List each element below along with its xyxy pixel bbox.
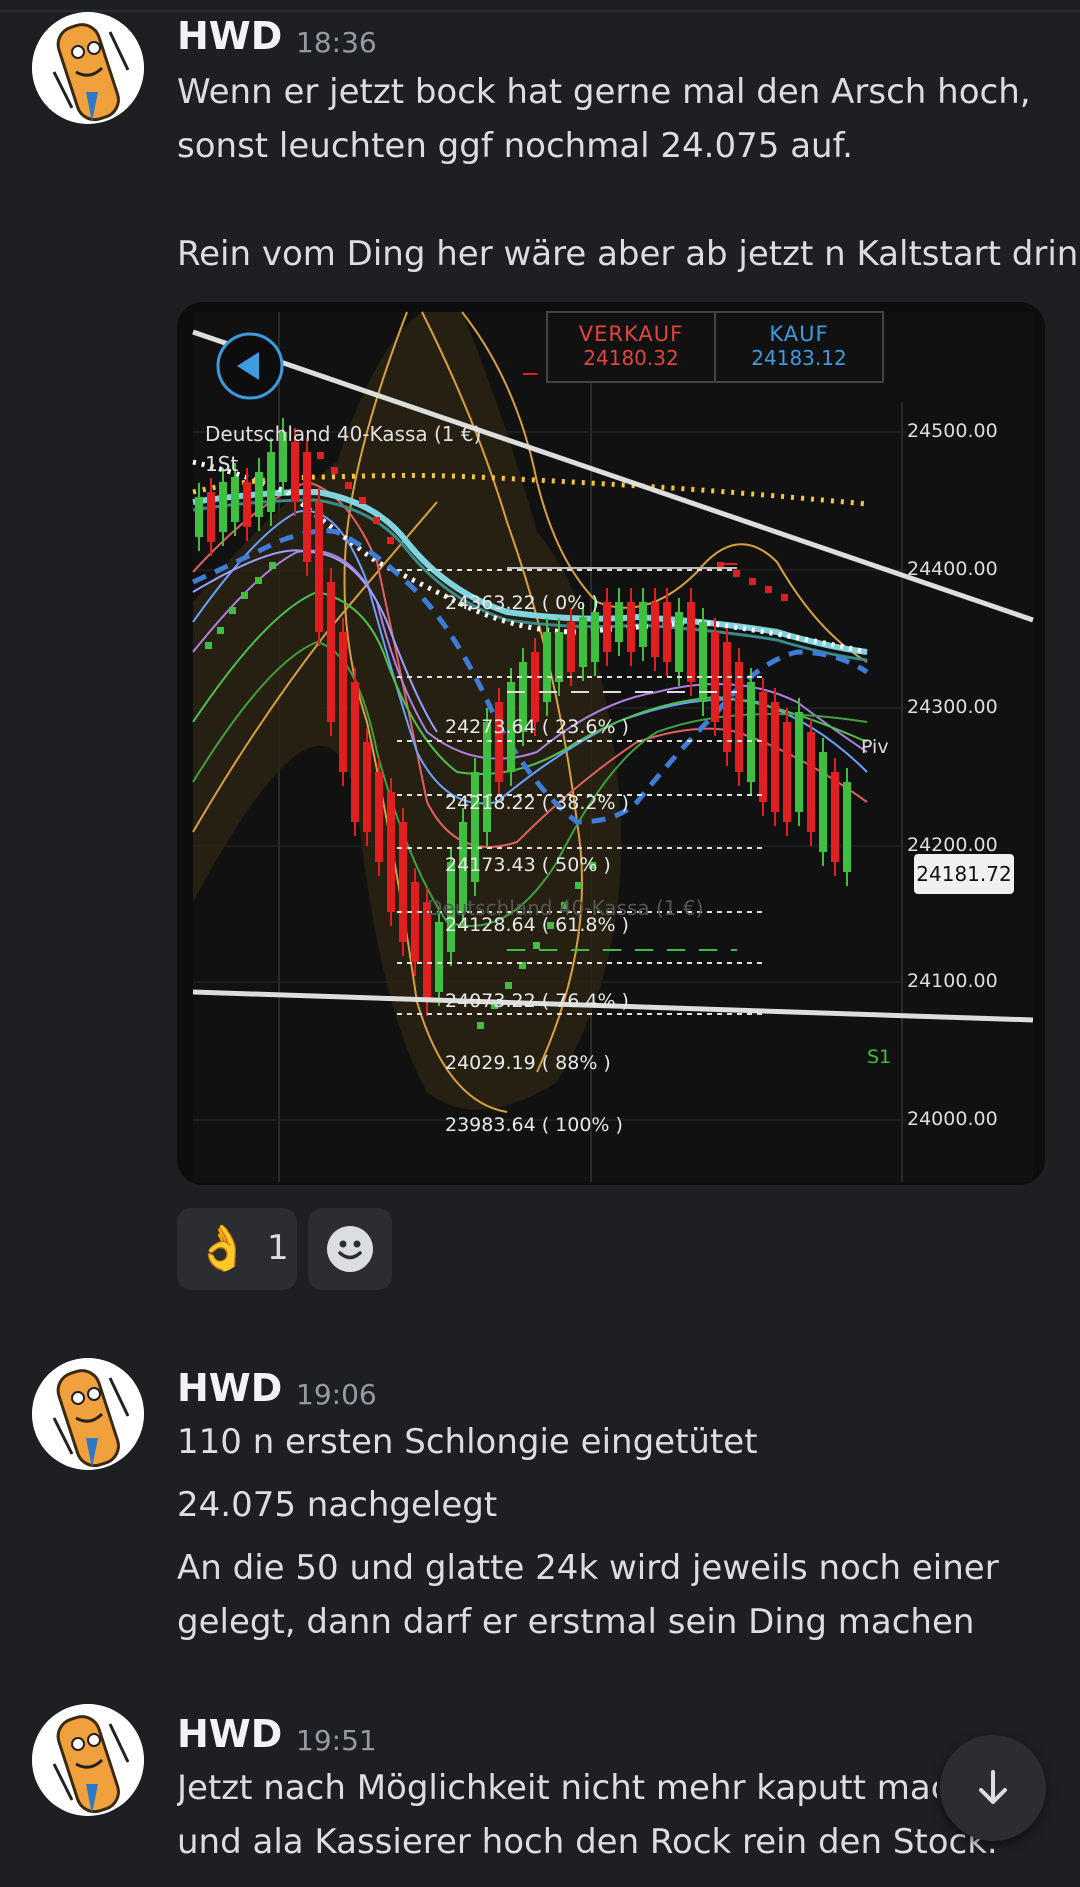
message-text: Wenn er jetzt bock hat gerne mal den Ars… xyxy=(177,72,1031,112)
author-name[interactable]: HWD xyxy=(177,14,282,58)
buy-price: 24183.12 xyxy=(751,346,847,370)
message-text: An die 50 und glatte 24k wird jeweils no… xyxy=(177,1548,999,1588)
candle-body xyxy=(795,712,803,812)
candle-body xyxy=(699,622,707,702)
message-timestamp: 19:51 xyxy=(296,1724,377,1757)
candle-body xyxy=(831,772,839,862)
candle-body xyxy=(303,452,311,562)
jump-to-bottom-button[interactable] xyxy=(940,1735,1046,1841)
reaction-ok-hand[interactable]: 👌 1 xyxy=(177,1208,297,1290)
candle-body xyxy=(399,822,407,942)
message-text: gelegt, dann darf er erstmal sein Ding m… xyxy=(177,1602,975,1642)
message-text: Jetzt nach Möglichkeit nicht mehr kaputt… xyxy=(177,1768,937,1808)
candle-body xyxy=(291,442,299,502)
author-name[interactable]: HWD xyxy=(177,1712,282,1756)
fib-level-76-4: 24073.22 ( 76.4% ) xyxy=(445,990,629,1012)
message-text: 110 n ersten Schlongie eingetütet xyxy=(177,1422,758,1462)
candle-body xyxy=(771,702,779,812)
candle-body xyxy=(639,602,647,647)
message-text: Rein vom Ding her wäre aber ab jetzt n K… xyxy=(177,234,1080,274)
fib-level-88: 24029.19 ( 88% ) xyxy=(445,1052,611,1074)
instrument-name: Deutschland 40-Kassa (1 €) xyxy=(205,422,482,446)
candle-body xyxy=(531,652,539,722)
pivot-label: Piv xyxy=(861,736,889,758)
message-text: und ala Kassierer hoch den Rock rein den… xyxy=(177,1822,998,1862)
back-button[interactable] xyxy=(217,334,283,400)
arrow-down-icon xyxy=(979,1770,1007,1804)
y-tick: 24400.00 xyxy=(907,558,998,580)
candle-body xyxy=(591,612,599,662)
fib-level-50: 24173.43 ( 50% ) xyxy=(445,854,611,876)
candle-body xyxy=(735,662,743,772)
candle-body xyxy=(555,632,563,682)
current-price-label: 24181.72 xyxy=(916,862,1012,886)
y-tick: 24500.00 xyxy=(907,420,998,442)
author-name[interactable]: HWD xyxy=(177,1366,282,1410)
fib-level-61-8: 24128.64 ( 61.8% ) xyxy=(445,914,629,936)
sell-price: 24180.32 xyxy=(583,346,679,370)
candle-body xyxy=(351,682,359,822)
smile-icon xyxy=(327,1226,373,1272)
message-timestamp: 18:36 xyxy=(296,26,377,59)
avatar[interactable] xyxy=(32,1704,144,1816)
candle-body xyxy=(843,782,851,872)
y-tick: 24300.00 xyxy=(907,696,998,718)
candle-body xyxy=(567,622,575,672)
message-text: sonst leuchten ggf nochmal 24.075 auf. xyxy=(177,126,853,166)
candle-body xyxy=(375,772,383,862)
candle-body xyxy=(267,452,275,512)
candle-body xyxy=(687,602,695,682)
candle-body xyxy=(651,602,659,657)
ok-hand-icon: 👌 xyxy=(195,1223,250,1274)
candle-body xyxy=(243,482,251,527)
candle-body xyxy=(255,472,263,517)
support-label: S1 xyxy=(867,1046,892,1068)
candle-body xyxy=(579,617,587,667)
candle-body xyxy=(759,692,767,802)
candle-body xyxy=(663,602,671,662)
candle-body xyxy=(627,602,635,652)
candle-body xyxy=(387,792,395,912)
buy-label: KAUF xyxy=(769,322,829,346)
candle-body xyxy=(747,682,755,782)
fib-level-0: 24363.22 ( 0% ) xyxy=(445,592,599,614)
candle-body xyxy=(363,742,371,832)
y-tick: 24200.00 xyxy=(907,834,998,856)
candle-body xyxy=(615,602,623,642)
message-timestamp: 19:06 xyxy=(296,1378,377,1411)
add-reaction-button[interactable] xyxy=(308,1208,392,1290)
reaction-count: 1 xyxy=(267,1228,289,1268)
candle-body xyxy=(807,732,815,832)
candle-body xyxy=(207,492,215,542)
timeframe-label: 1St xyxy=(205,452,239,476)
candle-body xyxy=(219,482,227,532)
candle-body xyxy=(411,882,419,962)
candle-body xyxy=(819,752,827,852)
candle-body xyxy=(231,477,239,522)
candle-body xyxy=(339,632,347,772)
candle-body xyxy=(435,922,443,992)
chart-image-attachment[interactable]: VERKAUF 24180.32 KAUF 24183.12 Deutschla… xyxy=(177,302,1045,1185)
avatar[interactable] xyxy=(32,12,144,124)
y-tick: 24100.00 xyxy=(907,970,998,992)
avatar[interactable] xyxy=(32,1358,144,1470)
candle-body xyxy=(315,502,323,632)
top-divider xyxy=(0,10,1080,12)
candle-body xyxy=(195,497,203,537)
candle-body xyxy=(675,612,683,672)
candle-body xyxy=(603,602,611,652)
y-tick: 24000.00 xyxy=(907,1108,998,1130)
candle-body xyxy=(327,582,335,722)
fib-level-100: 23983.64 ( 100% ) xyxy=(445,1114,623,1136)
sell-label: VERKAUF xyxy=(578,322,684,346)
candle-body xyxy=(483,722,491,832)
candle-body xyxy=(723,642,731,752)
message-text: 24.075 nachgelegt xyxy=(177,1485,498,1525)
fib-level-38-2: 24218.22 ( 38.2% ) xyxy=(445,792,629,814)
fib-level-23-6: 24273.64 ( 23.6% ) xyxy=(445,716,629,738)
candle-body xyxy=(783,722,791,822)
